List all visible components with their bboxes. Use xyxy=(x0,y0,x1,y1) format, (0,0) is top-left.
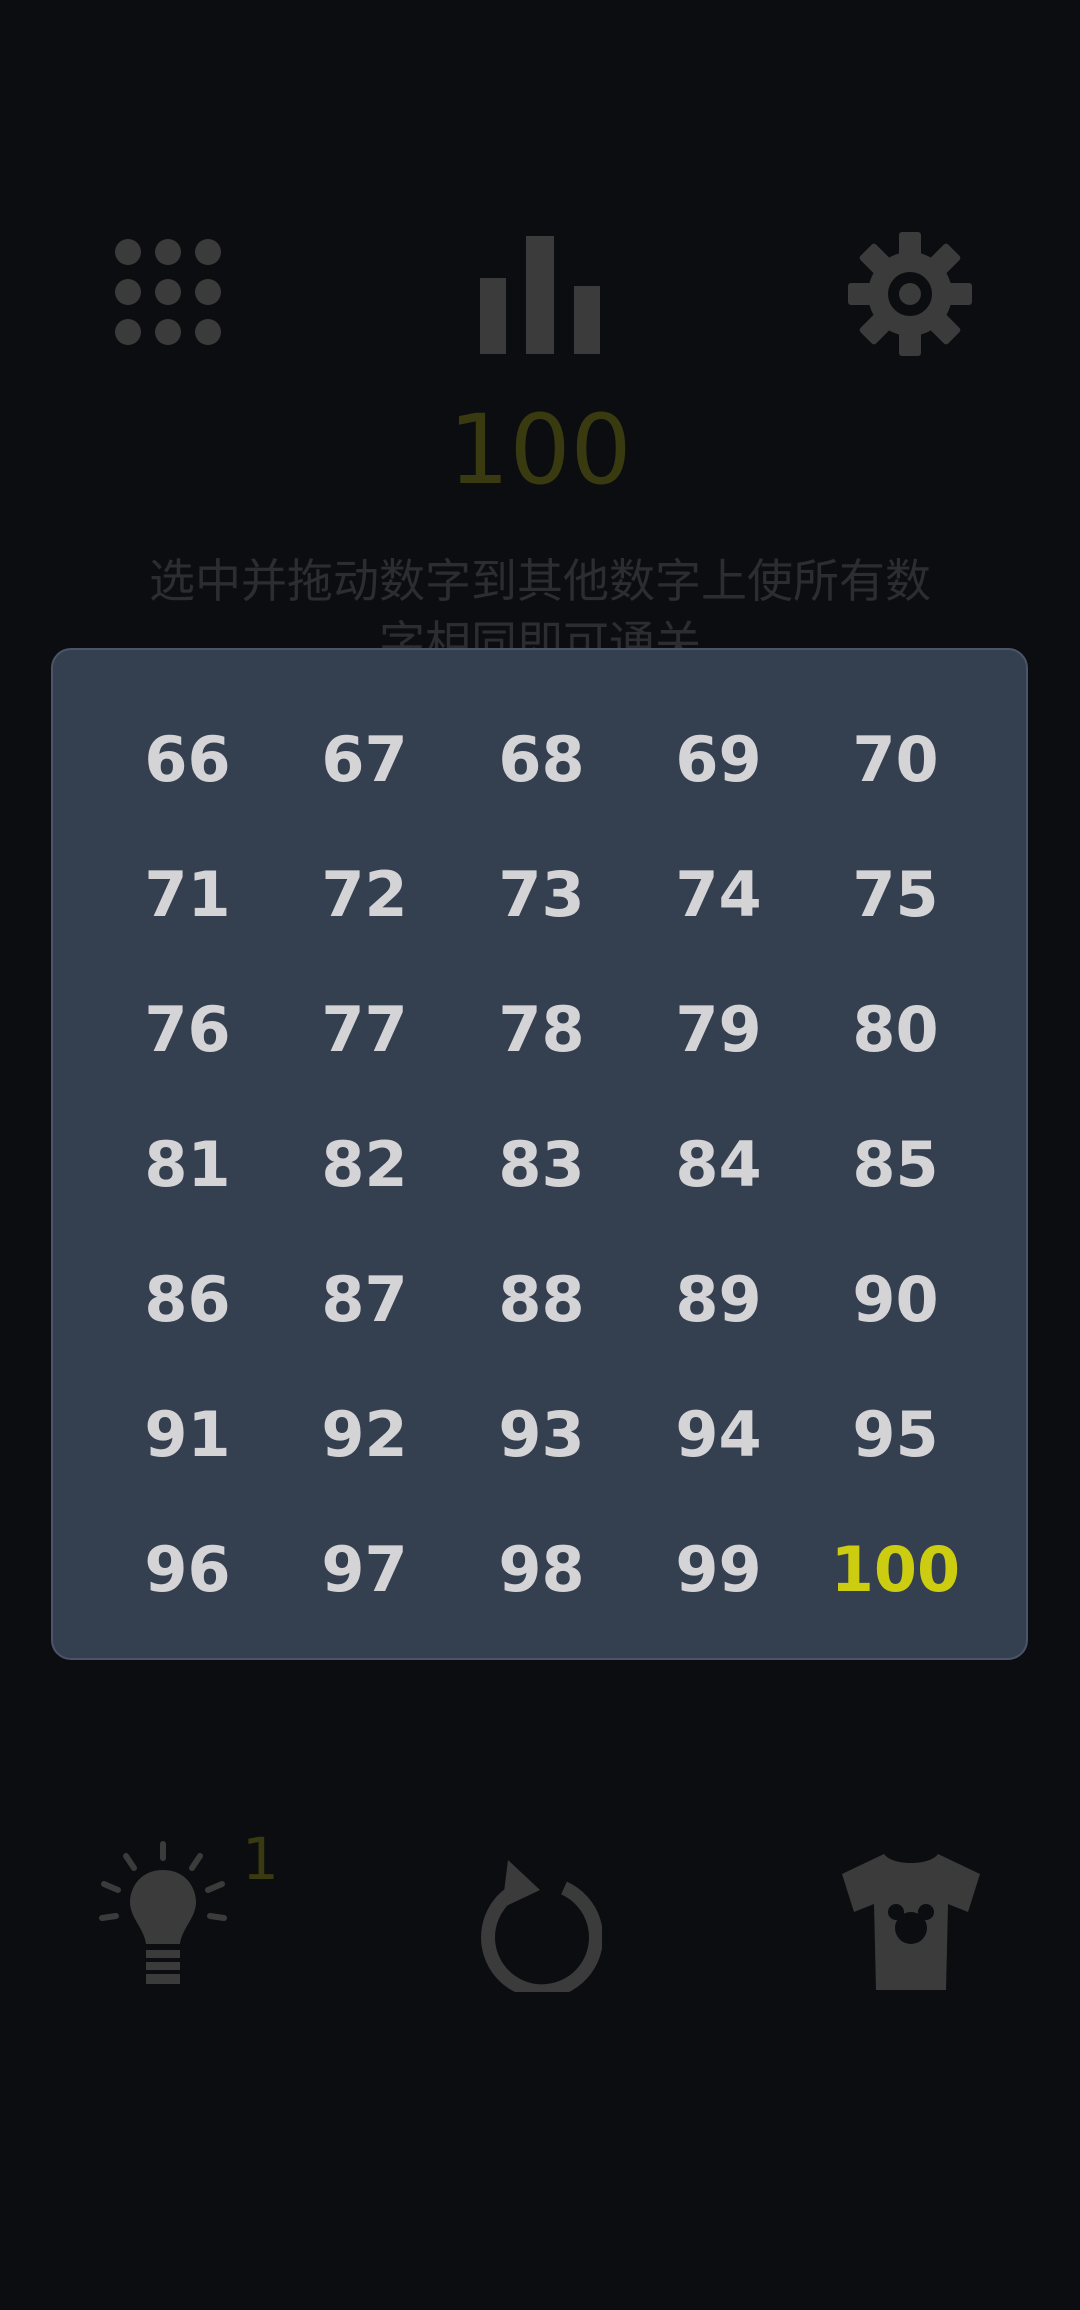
level-grid: 66 67 68 69 70 71 72 73 74 75 76 77 78 79 80 81 82 83 84 85… xyxy=(65,692,1018,1637)
level-cell-68[interactable]: 68 xyxy=(453,692,630,827)
level-cell-94[interactable]: 94 xyxy=(630,1367,807,1502)
level-number: 100 xyxy=(448,394,632,506)
level-cell-83[interactable]: 83 xyxy=(453,1097,630,1232)
level-cell-97[interactable]: 97 xyxy=(276,1502,453,1637)
level-cell-79[interactable]: 79 xyxy=(630,962,807,1097)
level-cell-89[interactable]: 89 xyxy=(630,1232,807,1367)
lightbulb-icon[interactable] xyxy=(96,1840,230,1988)
level-cell-98[interactable]: 98 xyxy=(453,1502,630,1637)
level-cell-93[interactable]: 93 xyxy=(453,1367,630,1502)
level-cell-82[interactable]: 82 xyxy=(276,1097,453,1232)
bar-chart-icon[interactable] xyxy=(478,234,602,354)
level-cell-91[interactable]: 91 xyxy=(99,1367,276,1502)
level-cell-70[interactable]: 70 xyxy=(807,692,984,827)
level-cell-73[interactable]: 73 xyxy=(453,827,630,962)
level-cell-80[interactable]: 80 xyxy=(807,962,984,1097)
level-cell-100[interactable]: 100 xyxy=(807,1502,984,1637)
level-cell-76[interactable]: 76 xyxy=(99,962,276,1097)
level-cell-69[interactable]: 69 xyxy=(630,692,807,827)
level-cell-74[interactable]: 74 xyxy=(630,827,807,962)
game-screen: 100 选中并拖动数字到其他数字上使所有数字相同即可通关 66 67 68 69 70 7… xyxy=(0,0,1080,2310)
level-cell-96[interactable]: 96 xyxy=(99,1502,276,1637)
level-cell-85[interactable]: 85 xyxy=(807,1097,984,1232)
level-cell-66[interactable]: 66 xyxy=(99,692,276,827)
level-cell-81[interactable]: 81 xyxy=(99,1097,276,1232)
level-cell-99[interactable]: 99 xyxy=(630,1502,807,1637)
level-cell-67[interactable]: 67 xyxy=(276,692,453,827)
level-cell-75[interactable]: 75 xyxy=(807,827,984,962)
gear-icon[interactable] xyxy=(846,230,974,358)
level-cell-84[interactable]: 84 xyxy=(630,1097,807,1232)
level-cell-78[interactable]: 78 xyxy=(453,962,630,1097)
shirt-icon[interactable] xyxy=(840,1850,982,1994)
instruction-text: 选中并拖动数字到其他数字上使所有数字相同即可通关 xyxy=(149,554,931,650)
level-cell-86[interactable]: 86 xyxy=(99,1232,276,1367)
level-cell-88[interactable]: 88 xyxy=(453,1232,630,1367)
restart-icon[interactable] xyxy=(478,1856,602,1992)
level-select-panel: 66 67 68 69 70 71 72 73 74 75 76 77 78 79 80 81 82 83 84 85… xyxy=(51,648,1028,1660)
level-cell-95[interactable]: 95 xyxy=(807,1367,984,1502)
hint-count: 1 xyxy=(242,1825,279,1893)
level-cell-71[interactable]: 71 xyxy=(99,827,276,962)
level-cell-92[interactable]: 92 xyxy=(276,1367,453,1502)
level-cell-90[interactable]: 90 xyxy=(807,1232,984,1367)
grid-icon[interactable] xyxy=(114,238,222,346)
level-cell-87[interactable]: 87 xyxy=(276,1232,453,1367)
level-cell-77[interactable]: 77 xyxy=(276,962,453,1097)
level-cell-72[interactable]: 72 xyxy=(276,827,453,962)
